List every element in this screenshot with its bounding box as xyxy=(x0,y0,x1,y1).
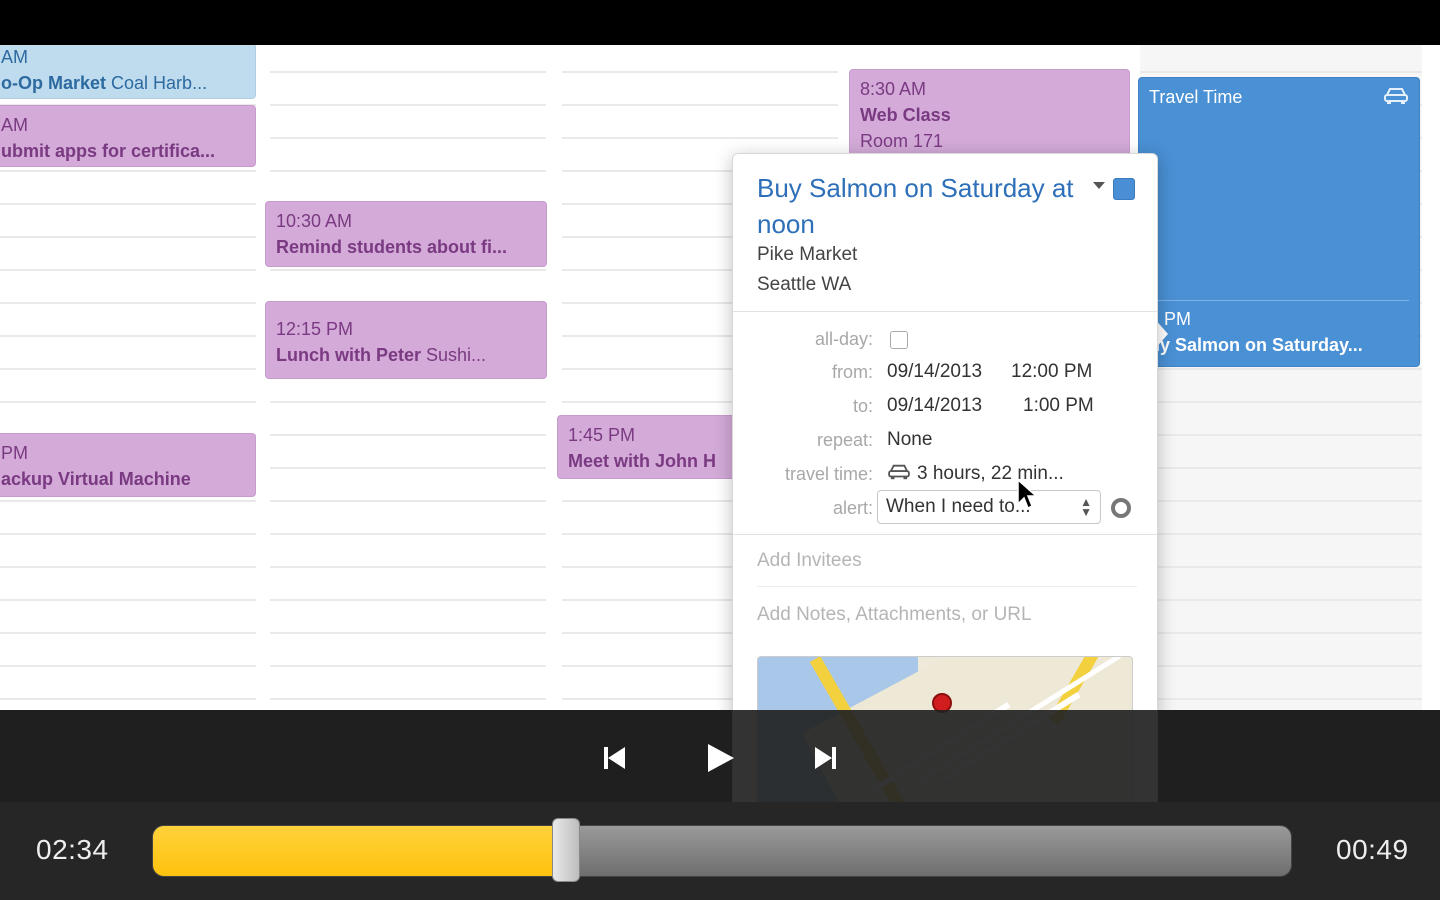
location-line-1[interactable]: Pike Market xyxy=(757,244,857,266)
from-date[interactable]: 09/14/2013 xyxy=(887,361,982,383)
car-icon xyxy=(888,464,910,480)
divider xyxy=(757,586,1137,587)
event-location: Coal Harb... xyxy=(111,73,208,93)
play-button[interactable] xyxy=(700,738,740,778)
from-time[interactable]: 12:00 PM xyxy=(1011,361,1092,383)
event-time: PM xyxy=(1,443,28,463)
seek-progress-fill xyxy=(153,826,567,876)
event-time: 8:30 AM xyxy=(860,79,927,99)
event-title: Travel Time xyxy=(1149,87,1243,107)
event-time: AM xyxy=(1,47,28,67)
to-date[interactable]: 09/14/2013 xyxy=(887,395,982,417)
event-title: ackup Virtual Machine xyxy=(1,469,191,489)
calendar-color-swatch[interactable] xyxy=(1113,178,1135,200)
event-title: Lunch with Peter xyxy=(276,345,422,365)
add-invitees-field[interactable]: Add Invitees xyxy=(757,550,862,572)
all-day-checkbox[interactable] xyxy=(890,331,908,349)
event-time: 2 PM xyxy=(1149,309,1192,329)
event-location: Room 171 xyxy=(860,131,944,151)
repeat-value[interactable]: None xyxy=(887,429,932,451)
seek-track[interactable] xyxy=(152,825,1292,877)
event-time: AM xyxy=(1,115,28,135)
calendar-event[interactable]: 8:30 AM Web Class Room 171 xyxy=(849,69,1130,159)
elapsed-time: 02:34 xyxy=(36,834,109,865)
divider xyxy=(733,311,1157,312)
calendar-event[interactable]: 12:15 PM Lunch with Peter Sushi... xyxy=(265,301,547,379)
alert-selected-value: When I need to... xyxy=(886,496,1031,517)
calendar-event[interactable]: 10:30 AM Remind students about fi... xyxy=(265,201,547,267)
mouse-cursor-icon xyxy=(1017,478,1038,510)
divider xyxy=(733,534,1157,535)
event-time: 10:30 AM xyxy=(276,211,353,231)
travel-time-event[interactable]: Travel Time 2 PM uy Salmon on Saturday..… xyxy=(1138,77,1420,367)
alert-select[interactable]: When I need to... ▲ ▼ xyxy=(877,490,1101,524)
event-location: Sushi... xyxy=(426,345,487,365)
calendar-week-view: AM o-Op Market Coal Harb... AM ubmit app… xyxy=(0,45,1440,710)
seek-thumb[interactable] xyxy=(551,818,580,882)
calendar-event[interactable]: PM ackup Virtual Machine xyxy=(0,433,256,497)
select-arrows-icon: ▲ ▼ xyxy=(1080,495,1092,519)
event-title: uy Salmon on Saturday... xyxy=(1149,335,1363,355)
skip-back-button[interactable] xyxy=(594,738,634,778)
event-title: Meet with John H xyxy=(568,451,716,471)
from-label: from: xyxy=(831,362,873,382)
to-label: to: xyxy=(852,396,873,416)
to-time[interactable]: 1:00 PM xyxy=(1023,395,1094,417)
calendar-event[interactable]: AM o-Op Market Coal Harb... xyxy=(0,45,256,99)
repeat-label: repeat: xyxy=(816,430,873,450)
location-line-2[interactable]: Seattle WA xyxy=(757,274,851,296)
travel-time-label: travel time: xyxy=(784,464,873,484)
event-title: ubmit apps for certifica... xyxy=(1,141,216,161)
event-title-field[interactable]: Buy Salmon on Saturday at noon xyxy=(757,170,1077,242)
add-notes-field[interactable]: Add Notes, Attachments, or URL xyxy=(757,604,1032,626)
remaining-time: 00:49 xyxy=(1336,834,1409,865)
gear-icon[interactable] xyxy=(1111,498,1131,518)
event-title: o-Op Market xyxy=(1,73,107,93)
skip-forward-button[interactable] xyxy=(806,738,846,778)
calendar-event[interactable]: 1:45 PM Meet with John H xyxy=(557,415,757,479)
playback-controls xyxy=(0,710,1440,802)
event-time: 1:45 PM xyxy=(568,425,636,445)
event-title: Remind students about fi... xyxy=(276,237,508,257)
event-time: 12:15 PM xyxy=(276,319,354,339)
travel-time-text: 3 hours, 22 min... xyxy=(917,463,1064,484)
alert-label: alert: xyxy=(832,498,873,518)
event-title: Web Class xyxy=(860,105,951,125)
top-black-bar xyxy=(0,0,1440,45)
calendar-event[interactable]: AM ubmit apps for certifica... xyxy=(0,105,256,167)
all-day-label: all-day: xyxy=(814,329,873,349)
car-icon xyxy=(1384,88,1408,104)
calendar-picker-chevron-icon[interactable] xyxy=(1093,182,1105,189)
